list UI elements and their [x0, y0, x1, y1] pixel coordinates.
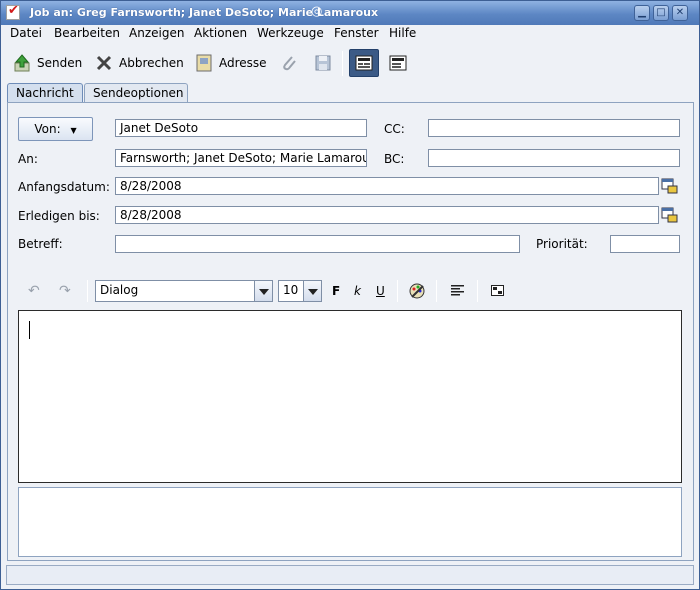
- paperclip-icon: [280, 54, 298, 72]
- toolbar-separator: [342, 51, 343, 76]
- due-date-field[interactable]: 8/28/2008: [115, 206, 659, 224]
- redo-icon[interactable]: ↷: [59, 283, 71, 299]
- cancel-button[interactable]: Abbrechen: [95, 52, 184, 74]
- priority-label: Priorität:: [536, 237, 588, 251]
- chevron-down-icon: ▼: [70, 126, 77, 135]
- main-toolbar: Senden Abbrechen Adresse: [2, 46, 698, 80]
- menu-aktionen[interactable]: Aktionen: [194, 26, 247, 40]
- bc-label: BC:: [384, 152, 405, 166]
- status-bar: [6, 565, 694, 585]
- menu-datei[interactable]: Datei: [10, 26, 42, 40]
- font-value: Dialog: [100, 283, 139, 297]
- title-bar[interactable]: Job an: Greg Farnsworth; Janet DeSoto; M…: [1, 1, 699, 25]
- from-label: Von:: [34, 122, 61, 136]
- underline-button[interactable]: U: [376, 284, 385, 298]
- window-title: Job an: Greg Farnsworth; Janet DeSoto; M…: [30, 6, 379, 19]
- chevron-down-icon: [303, 281, 321, 301]
- floppy-disk-icon: [314, 54, 332, 72]
- cc-label: CC:: [384, 122, 405, 136]
- address-button[interactable]: Adresse: [195, 52, 267, 74]
- priority-field[interactable]: [610, 235, 680, 253]
- send-icon: [13, 54, 31, 72]
- tab-nachricht[interactable]: Nachricht: [7, 83, 83, 103]
- to-field[interactable]: Farnsworth; Janet DeSoto; Marie Lamaroux: [115, 149, 367, 167]
- calendar-icon[interactable]: [661, 207, 679, 223]
- view-layout-button[interactable]: [389, 52, 413, 74]
- menu-fenster[interactable]: Fenster: [334, 26, 379, 40]
- from-field[interactable]: Janet DeSoto: [115, 119, 367, 137]
- menu-werkzeuge[interactable]: Werkzeuge: [257, 26, 324, 40]
- start-date-field[interactable]: 8/28/2008: [115, 177, 659, 195]
- calendar-icon[interactable]: [661, 178, 679, 194]
- address-book-icon: [195, 54, 213, 72]
- task-window: Job an: Greg Farnsworth; Janet DeSoto; M…: [0, 0, 700, 590]
- bold-button[interactable]: F: [332, 284, 340, 298]
- cancel-label: Abbrechen: [119, 56, 184, 70]
- start-date-label: Anfangsdatum:: [18, 180, 110, 194]
- title-swirl-icon: ◎: [311, 4, 323, 19]
- menu-bearbeiten[interactable]: Bearbeiten: [54, 26, 120, 40]
- text-caret: [29, 321, 30, 339]
- font-size-value: 10: [283, 283, 299, 297]
- subject-field[interactable]: [115, 235, 520, 253]
- insert-image-icon[interactable]: [491, 285, 505, 300]
- menu-anzeigen[interactable]: Anzeigen: [129, 26, 184, 40]
- cc-field[interactable]: [428, 119, 680, 137]
- from-dropdown-button[interactable]: Von: ▼: [18, 117, 93, 141]
- menu-hilfe[interactable]: Hilfe: [389, 26, 416, 40]
- bc-field[interactable]: [428, 149, 680, 167]
- view-layout-icon: [389, 54, 407, 72]
- view-header-icon: [355, 54, 373, 72]
- send-button[interactable]: Senden: [13, 52, 82, 74]
- send-label: Senden: [37, 56, 83, 70]
- address-label: Adresse: [219, 56, 267, 70]
- view-header-toggle[interactable]: [349, 49, 379, 77]
- undo-icon[interactable]: ↶: [28, 283, 40, 299]
- close-button[interactable]: ✕: [672, 5, 688, 21]
- menu-bar: Datei Bearbeiten Anzeigen Aktionen Werkz…: [2, 25, 698, 43]
- message-body-editor[interactable]: [18, 310, 682, 483]
- due-date-label: Erledigen bis:: [18, 209, 100, 223]
- color-palette-icon[interactable]: [408, 282, 426, 303]
- italic-button[interactable]: k: [354, 284, 361, 298]
- minimize-button[interactable]: ▁: [634, 5, 650, 21]
- save-button[interactable]: [314, 52, 338, 74]
- attach-button[interactable]: [280, 52, 304, 74]
- to-label: An:: [18, 152, 38, 166]
- editor-separator: [436, 280, 437, 302]
- font-select[interactable]: Dialog: [95, 280, 273, 302]
- editor-separator: [87, 280, 88, 302]
- chevron-down-icon: [254, 281, 272, 301]
- tab-sendeoptionen[interactable]: Sendeoptionen: [84, 83, 188, 102]
- align-left-icon[interactable]: [451, 285, 465, 300]
- font-size-select[interactable]: 10: [278, 280, 322, 302]
- maximize-button[interactable]: □: [653, 5, 669, 21]
- task-app-icon: [6, 3, 20, 20]
- cancel-x-icon: [95, 54, 113, 72]
- editor-separator: [397, 280, 398, 302]
- attachment-area[interactable]: [18, 487, 682, 557]
- subject-label: Betreff:: [18, 237, 63, 251]
- editor-separator: [477, 280, 478, 302]
